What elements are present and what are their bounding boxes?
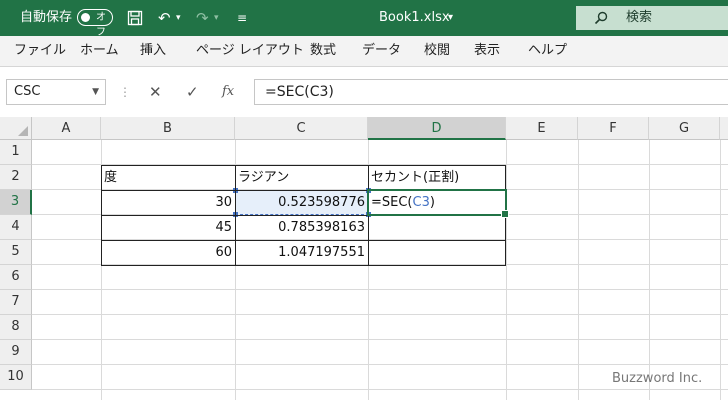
customize-qat-icon[interactable]: ≡ — [237, 0, 247, 36]
cell-b2[interactable]: 度 — [101, 165, 235, 190]
search-box[interactable]: 検索 — [576, 6, 728, 30]
cell-c4[interactable]: 0.785398163 — [235, 215, 368, 240]
column-header-f[interactable]: F — [578, 117, 649, 140]
gridline — [32, 389, 728, 390]
row-header-1[interactable]: 1 — [0, 140, 32, 165]
cell-c2[interactable]: ラジアン — [235, 165, 368, 190]
cancel-icon[interactable]: ✕ — [149, 79, 162, 105]
name-box[interactable]: CSC ▼ — [6, 79, 106, 105]
column-header-d[interactable]: D — [368, 117, 506, 140]
row-header-2[interactable]: 2 — [0, 165, 32, 190]
tab-file[interactable]: ファイル — [14, 36, 66, 66]
row-header-6[interactable]: 6 — [0, 265, 32, 290]
autosave-toggle[interactable]: オフ — [77, 9, 113, 38]
row-header-10[interactable]: 10 — [0, 365, 32, 390]
undo-icon[interactable]: ↶ — [158, 0, 171, 36]
tab-data[interactable]: データ — [362, 36, 401, 66]
file-name[interactable]: Book1.xlsx — [379, 0, 450, 36]
tab-page-layout[interactable]: ページ レイアウト — [196, 36, 304, 66]
row-header-8[interactable]: 8 — [0, 315, 32, 340]
row-header-9[interactable]: 9 — [0, 340, 32, 365]
ribbon-tabs: ファイル ホーム 挿入 ページ レイアウト 数式 データ 校閲 表示 ヘルプ — [0, 36, 728, 67]
gridline — [506, 140, 507, 400]
column-header-a[interactable]: A — [32, 117, 101, 140]
fill-handle[interactable] — [501, 210, 509, 218]
filename-caret-icon[interactable]: ▾ — [448, 0, 453, 36]
redo-icon[interactable]: ↷ — [196, 0, 209, 36]
cell-d2[interactable]: セカント(正割) — [368, 165, 506, 190]
gridline — [32, 339, 728, 340]
search-placeholder: 検索 — [626, 10, 653, 25]
tab-home[interactable]: ホーム — [80, 36, 119, 66]
tab-view[interactable]: 表示 — [474, 36, 500, 66]
tab-formulas[interactable]: 数式 — [310, 36, 336, 66]
name-box-value: CSC — [14, 84, 41, 99]
toggle-knob — [81, 13, 90, 22]
tab-review[interactable]: 校閲 — [424, 36, 450, 66]
gridline — [720, 140, 721, 400]
cell-c5[interactable]: 1.047197551 — [235, 240, 368, 265]
column-header-next[interactable] — [720, 117, 728, 140]
gridline — [578, 140, 579, 400]
insert-function-icon[interactable]: fx — [222, 79, 234, 105]
formula-text: =SEC(C3) — [265, 84, 334, 100]
enter-icon[interactable]: ✓ — [186, 79, 199, 105]
redo-dropdown-icon[interactable]: ▾ — [214, 0, 219, 36]
autosave-label: 自動保存 — [20, 10, 73, 25]
title-bar: 自動保存 オフ ↶ ▾ ↷ ▾ ≡ Book1.xlsx ▾ 検索 — [0, 0, 728, 38]
row-header-5[interactable]: 5 — [0, 240, 32, 265]
gridline — [32, 289, 728, 290]
active-cell-border — [367, 189, 509, 218]
formula-bar: CSC ▼ ⋮ ✕ ✓ fx =SEC(C3) — [0, 67, 728, 117]
formula-input[interactable]: =SEC(C3) — [254, 79, 728, 105]
cell-b4[interactable]: 45 — [101, 215, 235, 240]
watermark: Buzzword Inc. — [612, 371, 703, 386]
row-header-3[interactable]: 3 — [0, 190, 32, 215]
column-header-g[interactable]: G — [649, 117, 720, 140]
tab-insert[interactable]: 挿入 — [140, 36, 166, 66]
tab-help[interactable]: ヘルプ — [528, 36, 567, 66]
gridline — [32, 364, 728, 365]
gridline — [32, 314, 728, 315]
row-header-4[interactable]: 4 — [0, 215, 32, 240]
worksheet-grid: A B C D E F G 1 2 3 4 5 6 7 8 9 10 度 ラジア… — [0, 117, 728, 400]
search-icon — [594, 6, 608, 33]
select-all-button[interactable] — [0, 117, 32, 140]
cell-b5[interactable]: 60 — [101, 240, 235, 265]
column-header-e[interactable]: E — [506, 117, 578, 140]
gridline — [649, 140, 650, 400]
name-box-dropdown-icon[interactable]: ▼ — [92, 80, 99, 104]
column-header-c[interactable]: C — [235, 117, 368, 140]
save-icon[interactable] — [127, 0, 143, 36]
cell-b3[interactable]: 30 — [101, 190, 235, 215]
row-header-7[interactable]: 7 — [0, 290, 32, 315]
column-header-b[interactable]: B — [101, 117, 235, 140]
cell-c3[interactable]: 0.523598776 — [235, 190, 368, 215]
select-all-triangle-icon — [18, 126, 28, 136]
formula-bar-grip-icon: ⋮ — [119, 85, 131, 99]
undo-dropdown-icon[interactable]: ▾ — [176, 0, 181, 36]
